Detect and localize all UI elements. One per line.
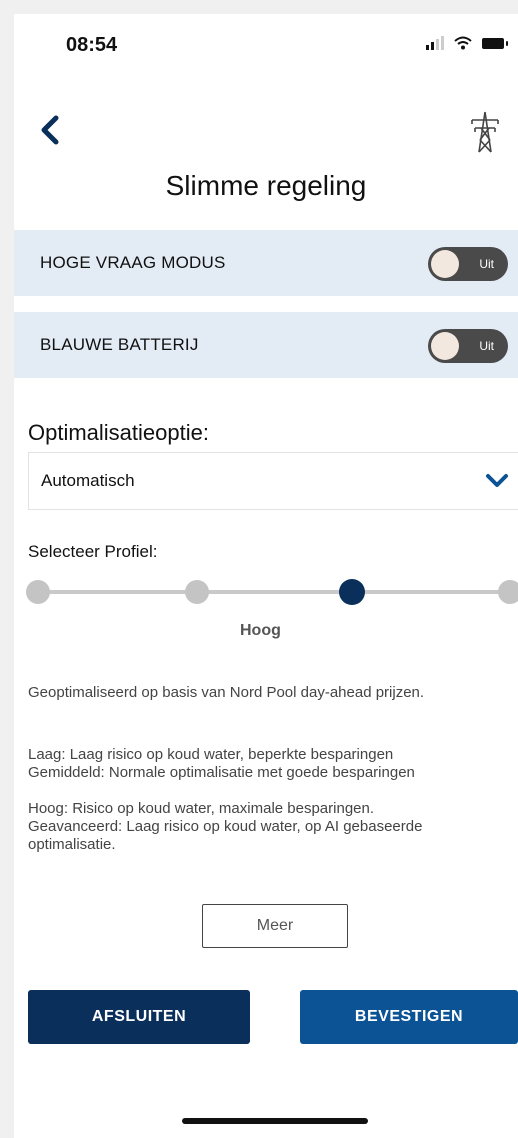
page-title: Slimme regeling [165, 170, 367, 201]
profile-step-advanced[interactable] [498, 580, 518, 604]
toggle-row-blue-battery: BLAUWE BATTERIJ Uit [14, 312, 518, 378]
profile-slider-track [40, 590, 518, 594]
home-indicator[interactable] [182, 1118, 368, 1124]
power-tower-icon[interactable] [468, 110, 502, 154]
status-icons [426, 36, 508, 50]
description-line: Geavanceerd: Laag risico op koud water, … [28, 818, 423, 853]
toggle-label-high-demand: HOGE VRAAG MODUS [40, 253, 226, 272]
toggle-label-blue-battery: BLAUWE BATTERIJ [40, 335, 199, 354]
toggle-state-text: Uit [479, 257, 494, 271]
close-button[interactable]: AFSLUITEN [28, 990, 250, 1044]
high-demand-toggle[interactable]: Uit [428, 247, 508, 281]
wifi-icon [454, 36, 472, 50]
toggle-row-high-demand: HOGE VRAAG MODUS Uit [14, 230, 518, 296]
chevron-down-icon [486, 474, 508, 487]
battery-icon [482, 37, 508, 49]
toggle-state-text: Uit [479, 339, 494, 353]
screen: 08:54 Slimme regeling HOGE VRAAG MODUS U… [14, 14, 518, 1138]
optimization-selected-value: Automatisch [41, 471, 135, 490]
profile-step-high[interactable] [339, 579, 365, 605]
profile-selected-label: Hoog [240, 622, 281, 639]
optimization-heading: Optimalisatieoptie: [28, 420, 209, 445]
profile-heading: Selecteer Profiel: [28, 542, 158, 561]
description-line: Gemiddeld: Normale optimalisatie met goe… [28, 764, 415, 781]
optimization-select[interactable]: Automatisch [28, 452, 518, 510]
description-line: Hoog: Risico op koud water, maximale bes… [28, 800, 375, 817]
chevron-left-icon[interactable] [36, 112, 66, 148]
description-intro: Geoptimaliseerd op basis van Nord Pool d… [28, 684, 425, 701]
description-line: Laag: Laag risico op koud water, beperkt… [28, 746, 394, 763]
blue-battery-toggle[interactable]: Uit [428, 329, 508, 363]
toggle-knob [431, 332, 459, 360]
status-time: 08:54 [66, 34, 118, 56]
more-button[interactable]: Meer [202, 904, 348, 948]
profile-step-medium[interactable] [185, 580, 209, 604]
signal-icon [426, 36, 444, 50]
profile-step-low[interactable] [26, 580, 50, 604]
confirm-button[interactable]: BEVESTIGEN [300, 990, 518, 1044]
toggle-knob [431, 250, 459, 278]
